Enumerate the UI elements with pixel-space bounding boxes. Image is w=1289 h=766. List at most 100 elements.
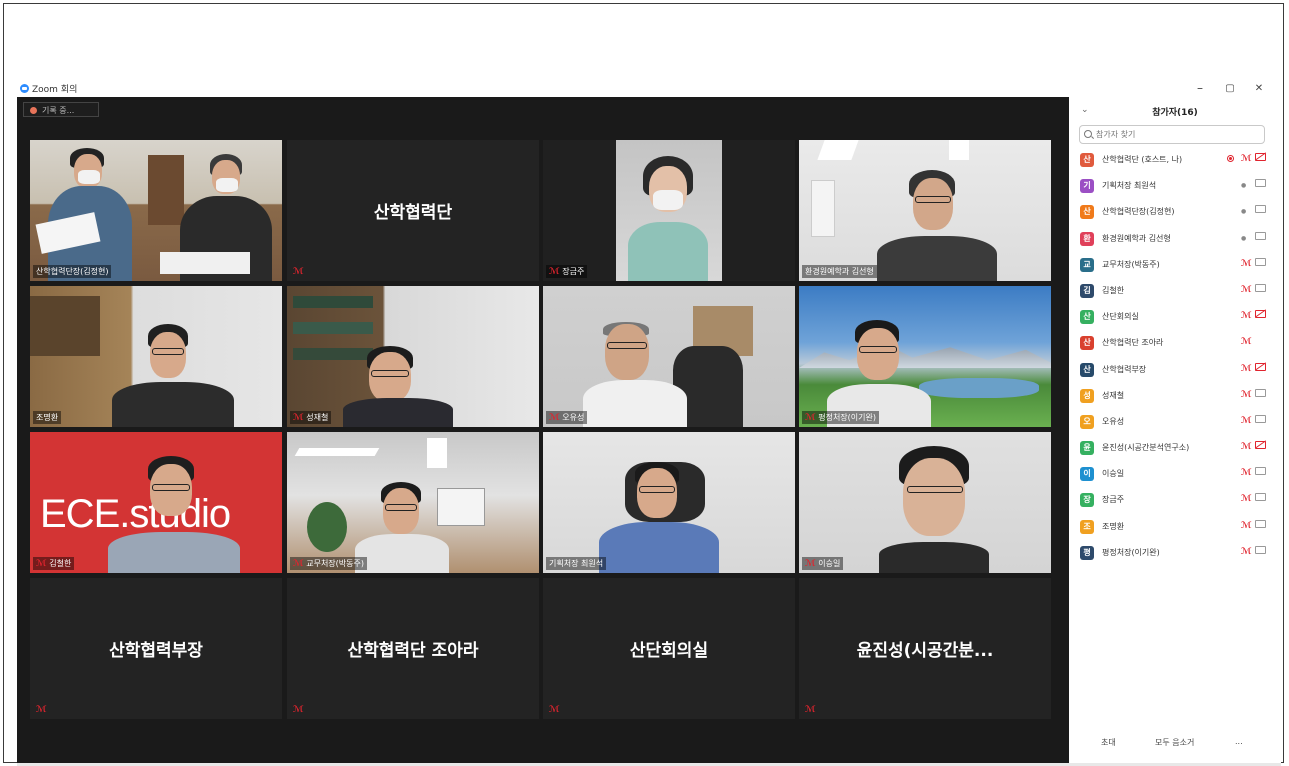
video-tile-10[interactable]: ℳ 교무처장(박동주) xyxy=(287,432,539,573)
video-feed xyxy=(799,140,1051,281)
video-tile-3[interactable]: ℳ 장금주 xyxy=(543,140,795,281)
tile-name: ℳ 오유성 xyxy=(546,411,588,424)
participant-avatar: 성 xyxy=(1080,388,1094,403)
recording-label: 기록 중... xyxy=(42,106,75,115)
participant-row[interactable]: 평 평정처장(이기완) ℳ xyxy=(1069,541,1281,567)
mic-icon[interactable]: ● xyxy=(1241,182,1246,189)
camera-icon[interactable] xyxy=(1255,283,1266,292)
participant-name: 산학협력부장 xyxy=(1102,364,1147,374)
participant-row[interactable]: 김 김철한 ℳ xyxy=(1069,279,1281,305)
video-tile-12[interactable]: ℳ 이승일 xyxy=(799,432,1051,573)
tile-name: ℳ 김철한 xyxy=(33,557,75,570)
camera-icon[interactable] xyxy=(1255,231,1266,240)
camera-icon[interactable] xyxy=(1255,205,1266,214)
camera-icon[interactable] xyxy=(1255,467,1266,476)
mic-muted-icon: ℳ xyxy=(36,705,47,715)
participant-avatar: 장 xyxy=(1080,493,1094,508)
camera-icon[interactable] xyxy=(1255,179,1266,188)
participant-name: 산학협력단 조아라 xyxy=(1102,338,1164,348)
video-tile-5[interactable]: 조명환 xyxy=(30,286,282,427)
mic-muted-icon[interactable]: ℳ xyxy=(1241,337,1252,347)
participant-center-name: 산단회의실 xyxy=(629,641,709,661)
mic-muted-icon[interactable]: ℳ xyxy=(1241,154,1252,164)
participant-row[interactable]: 산 산단회의실 ℳ xyxy=(1069,305,1281,331)
video-feed: ECE.studio xyxy=(30,432,282,573)
mic-muted-icon[interactable]: ℳ xyxy=(1241,494,1252,504)
video-tile-16[interactable]: 윤진성(시공간분... ℳ xyxy=(799,578,1051,719)
video-tile-2[interactable]: 산학협력단 ℳ xyxy=(287,140,539,281)
mic-muted-icon[interactable]: ℳ xyxy=(1241,442,1252,452)
participant-row[interactable]: 교 교무처장(박동주) ℳ xyxy=(1069,253,1281,279)
participant-avatar: 조 xyxy=(1080,519,1094,534)
video-tile-1[interactable]: 산학협력단장(김정현) xyxy=(30,140,282,281)
participant-avatar: 산 xyxy=(1080,362,1094,377)
video-tile-9[interactable]: ECE.studio ℳ 김철한 xyxy=(30,432,282,573)
restore-button[interactable]: ▢ xyxy=(1220,80,1240,97)
participant-row[interactable]: 조 조명환 ℳ xyxy=(1069,515,1281,541)
mute-all-button[interactable]: 모두 음소거 xyxy=(1155,737,1194,748)
mic-muted-icon: ℳ xyxy=(293,705,304,715)
video-tile-15[interactable]: 산단회의실 ℳ xyxy=(543,578,795,719)
mic-muted-icon[interactable]: ℳ xyxy=(1241,547,1252,557)
participant-avatar: 윤 xyxy=(1080,441,1094,456)
mic-muted-icon[interactable]: ℳ xyxy=(1241,259,1252,269)
participant-row[interactable]: 산 산학협력단 조아라 ℳ xyxy=(1069,331,1281,357)
participant-row[interactable]: 산 산학협력단 (호스트, 나) ℳ xyxy=(1069,148,1281,174)
participant-row[interactable]: 성 성재철 ℳ xyxy=(1069,384,1281,410)
video-tile-14[interactable]: 산학협력단 조아라 ℳ xyxy=(287,578,539,719)
camera-icon[interactable] xyxy=(1255,257,1266,266)
video-tile-4[interactable]: 환경원예학과 김선형 xyxy=(799,140,1051,281)
participant-center-name: 산학협력부장 xyxy=(109,641,203,661)
mic-muted-icon[interactable]: ℳ xyxy=(1241,364,1252,374)
participant-row[interactable]: 산 산학협력부장 ℳ xyxy=(1069,358,1281,384)
close-button[interactable]: ✕ xyxy=(1249,80,1269,97)
tile-name: 기획처장 최원석 xyxy=(546,557,607,570)
participant-avatar: 교 xyxy=(1080,257,1094,272)
video-tile-11[interactable]: 기획처장 최원석 xyxy=(543,432,795,573)
recording-indicator[interactable]: 기록 중... xyxy=(23,102,99,117)
participant-avatar: 산 xyxy=(1080,205,1094,220)
mic-muted-icon[interactable]: ℳ xyxy=(1241,521,1252,531)
mic-muted-icon[interactable]: ℳ xyxy=(1241,416,1252,426)
camera-off-icon[interactable] xyxy=(1255,362,1266,371)
participant-row[interactable]: 기 기획처장 최원석 ● xyxy=(1069,174,1281,200)
participant-row[interactable]: 오 오유성 ℳ xyxy=(1069,410,1281,436)
tile-name: 환경원예학과 김선형 xyxy=(802,265,877,278)
camera-off-icon[interactable] xyxy=(1255,310,1266,319)
camera-off-icon[interactable] xyxy=(1255,153,1266,161)
mic-muted-icon[interactable]: ℳ xyxy=(1241,390,1252,400)
camera-off-icon[interactable] xyxy=(1255,441,1266,450)
mic-muted-icon: ℳ xyxy=(549,413,560,423)
mic-icon[interactable]: ● xyxy=(1241,208,1246,215)
participant-avatar: 산 xyxy=(1080,153,1094,167)
backdrop-text: ECE.studio xyxy=(40,492,231,536)
participant-avatar: 김 xyxy=(1080,283,1094,298)
mic-icon[interactable]: ● xyxy=(1241,235,1246,242)
video-tile-13[interactable]: 산학협력부장 ℳ xyxy=(30,578,282,719)
participant-row[interactable]: 장 장금주 ℳ xyxy=(1069,488,1281,514)
participants-panel: ⌄ 참가자(16) 참가자 찾기 산 산학협력단 (호스트, 나) ℳ 기 기획처장 최… xyxy=(1069,97,1281,763)
participant-search-input[interactable]: 참가자 찾기 xyxy=(1079,125,1265,144)
camera-icon[interactable] xyxy=(1255,388,1266,397)
camera-icon[interactable] xyxy=(1255,519,1266,528)
search-icon xyxy=(1084,130,1092,138)
participant-name: 성재철 xyxy=(1102,390,1125,400)
participant-row[interactable]: 이 이승일 ℳ xyxy=(1069,462,1281,488)
participant-row[interactable]: 산 산학협력단장(김정현) ● xyxy=(1069,200,1281,226)
zoom-logo-icon xyxy=(20,84,29,93)
invite-button[interactable]: 초대 xyxy=(1101,737,1116,748)
camera-icon[interactable] xyxy=(1255,545,1266,554)
video-tile-8[interactable]: ℳ 평정처장(이기완) xyxy=(799,286,1051,427)
mic-muted-icon[interactable]: ℳ xyxy=(1241,468,1252,478)
mic-muted-icon[interactable]: ℳ xyxy=(1241,311,1252,321)
mic-muted-icon[interactable]: ℳ xyxy=(1241,285,1252,295)
minimize-button[interactable]: – xyxy=(1190,80,1210,97)
more-button[interactable]: ... xyxy=(1235,737,1243,746)
video-tile-6[interactable]: ℳ 성재철 xyxy=(287,286,539,427)
camera-icon[interactable] xyxy=(1255,414,1266,423)
participant-name: 오유성 xyxy=(1102,416,1125,426)
camera-icon[interactable] xyxy=(1255,493,1266,502)
video-tile-7[interactable]: ℳ 오유성 xyxy=(543,286,795,427)
participant-row[interactable]: 환 환경원예학과 김선형 ● xyxy=(1069,227,1281,253)
participant-row[interactable]: 윤 윤진성(시공간분석연구소) ℳ xyxy=(1069,436,1281,462)
